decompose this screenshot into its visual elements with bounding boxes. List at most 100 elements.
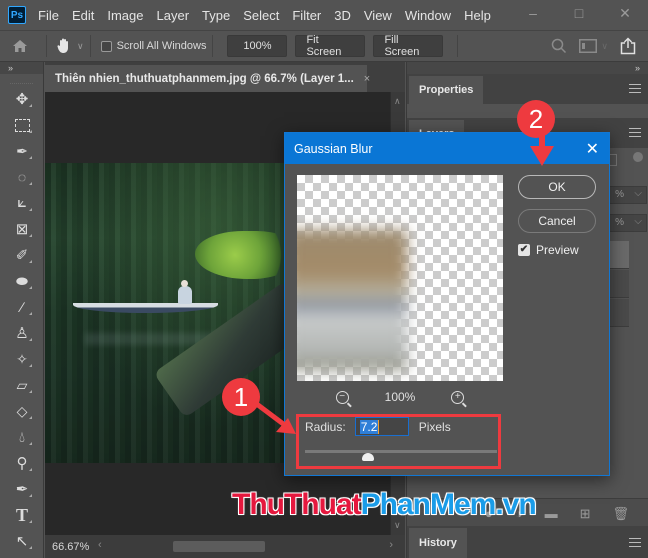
ok-button[interactable]: OK [518, 175, 596, 199]
menu-file[interactable]: File [38, 8, 59, 23]
status-bar: 66.67% ‹ › [45, 535, 405, 558]
scroll-left-icon[interactable]: ‹ [98, 539, 102, 551]
eyedropper-tool[interactable]: ✐ [0, 242, 44, 268]
collapse-toolbar-button[interactable]: » [0, 62, 43, 74]
frame-icon: ⊠ [15, 221, 29, 238]
separator [457, 35, 459, 57]
eyedropper-icon: ✐ [15, 247, 29, 264]
eraser-icon: ▱ [16, 376, 28, 393]
new-layer-icon[interactable]: ⊞ [580, 506, 591, 522]
panel-menu-icon[interactable] [629, 84, 641, 93]
scroll-all-windows-checkbox[interactable]: Scroll All Windows [100, 40, 206, 52]
document-tab[interactable]: Thiên nhien_thuthuatphanmem.jpg @ 66.7% … [45, 65, 370, 92]
pen-icon: ✒ [15, 481, 29, 498]
cancel-button[interactable]: Cancel [518, 209, 596, 233]
marquee-tool[interactable] [0, 112, 44, 138]
dialog-titlebar[interactable]: Gaussian Blur ✕ [285, 133, 609, 164]
menu-type[interactable]: Type [202, 8, 230, 23]
fit-screen-button[interactable]: Fit Screen [295, 34, 366, 58]
path-selection-tool[interactable]: ↖ [0, 528, 44, 554]
close-icon[interactable]: ✕ [586, 139, 599, 159]
preview-label: Preview [536, 243, 579, 257]
panel-menu-icon[interactable] [629, 538, 641, 547]
menu-image[interactable]: Image [107, 8, 143, 23]
chevron-down-icon[interactable]: ∨ [601, 41, 608, 52]
close-window-button[interactable]: ✕ [602, 0, 648, 26]
history-panel: History [407, 526, 648, 558]
menu-filter[interactable]: Filter [292, 8, 321, 23]
collapse-panels-button[interactable]: » [407, 62, 648, 74]
search-icon[interactable] [551, 38, 567, 54]
fill-screen-button[interactable]: Fill Screen [373, 34, 444, 58]
separator [89, 35, 91, 57]
maximize-button[interactable]: □ [556, 0, 602, 26]
menu-edit[interactable]: Edit [72, 8, 94, 23]
trash-icon[interactable]: 🗑︎ [612, 506, 629, 522]
document-title: Thiên nhien_thuthuatphanmem.jpg @ 66.7% … [55, 72, 354, 85]
menu-select[interactable]: Select [243, 8, 279, 23]
preview-zoom-level: 100% [384, 390, 416, 404]
zoom-out-icon[interactable]: − [335, 390, 349, 404]
menu-layer[interactable]: Layer [157, 8, 190, 23]
quick-selection-tool[interactable]: ◌ [0, 164, 44, 190]
dodge-tool[interactable]: ⚲ [0, 450, 44, 476]
close-icon: ✕ [619, 4, 631, 21]
zoom-in-icon[interactable]: + [451, 390, 465, 404]
type-tool[interactable]: T [0, 502, 44, 528]
hand-tool-preset[interactable]: ∨ [55, 37, 84, 55]
lasso-tool[interactable]: ✒ [0, 138, 44, 164]
horizontal-scroll-thumb[interactable] [173, 541, 265, 552]
watermark: ThuThuatPhanMem.vn [232, 488, 538, 522]
separator [46, 35, 47, 57]
home-button[interactable] [0, 39, 40, 53]
pen-tool[interactable]: ✒ [0, 476, 44, 502]
window-controls: – □ ✕ [510, 0, 648, 26]
folder-icon[interactable]: ▬ [545, 506, 558, 521]
menu-3d[interactable]: 3D [334, 8, 351, 23]
minimize-button[interactable]: – [510, 0, 556, 26]
hand-icon [57, 38, 68, 53]
paint-bucket-icon: ◇ [16, 402, 28, 419]
annotation-step-2: 2 [517, 100, 555, 138]
zoom-100-button[interactable]: 100% [227, 35, 288, 57]
move-tool[interactable]: ✥ [0, 86, 44, 112]
brush-icon: ∕ [20, 299, 24, 315]
tab-properties[interactable]: Properties [409, 76, 484, 104]
share-icon[interactable] [620, 37, 636, 55]
zoom-level[interactable]: 66.67% [52, 541, 92, 553]
menu-window[interactable]: Window [405, 8, 451, 23]
frame-tool[interactable]: ⊠ [0, 216, 44, 242]
history-brush-tool[interactable]: ✧ [0, 346, 44, 372]
maximize-icon: □ [574, 5, 584, 21]
preview-checkbox[interactable]: ✔ Preview [518, 243, 579, 257]
watermark-part-1: ThuThuat [232, 488, 363, 522]
menu-bar: Ps File Edit Image Layer Type Select Fil… [0, 0, 648, 30]
move-icon: ✥ [15, 91, 29, 108]
close-document-icon[interactable]: × [364, 73, 370, 85]
layer-visibility-dot[interactable] [633, 152, 643, 162]
menu-help[interactable]: Help [464, 8, 491, 23]
dialog-title: Gaussian Blur [294, 141, 373, 156]
object-selection-icon: ✒ [16, 142, 28, 159]
preview-window[interactable] [297, 175, 503, 381]
tools-panel: » ✥ ✒ ◌ ⟀ ⊠ ✐ ⬬ ∕ ♙ ✧ ▱ ◇ 💧︎ ⚲ ✒ T ↖ [0, 62, 44, 558]
blur-tool[interactable]: 💧︎ [0, 424, 44, 450]
crop-tool[interactable]: ⟀ [0, 190, 44, 216]
document-tab-bar: Thiên nhien_thuthuatphanmem.jpg @ 66.7% … [45, 62, 405, 92]
eraser-tool[interactable]: ▱ [0, 372, 44, 398]
workspace-icon[interactable] [579, 39, 598, 53]
scroll-right-icon[interactable]: › [389, 539, 393, 551]
clone-stamp-tool[interactable]: ♙ [0, 320, 44, 346]
panel-menu-icon[interactable] [629, 128, 641, 137]
quick-selection-icon: ◌ [17, 169, 27, 185]
horizontal-scrollbar[interactable]: ‹ › [98, 539, 393, 554]
healing-brush-tool[interactable]: ⬬ [0, 268, 44, 294]
scroll-up-icon[interactable]: ∧ [394, 96, 401, 107]
menu-view[interactable]: View [364, 8, 392, 23]
toolbar-grip[interactable] [10, 76, 33, 84]
brush-tool[interactable]: ∕ [0, 294, 44, 320]
annotation-highlight-box [296, 414, 501, 469]
tab-history[interactable]: History [409, 528, 467, 558]
image-fisherman [178, 280, 192, 304]
paint-bucket-tool[interactable]: ◇ [0, 398, 44, 424]
